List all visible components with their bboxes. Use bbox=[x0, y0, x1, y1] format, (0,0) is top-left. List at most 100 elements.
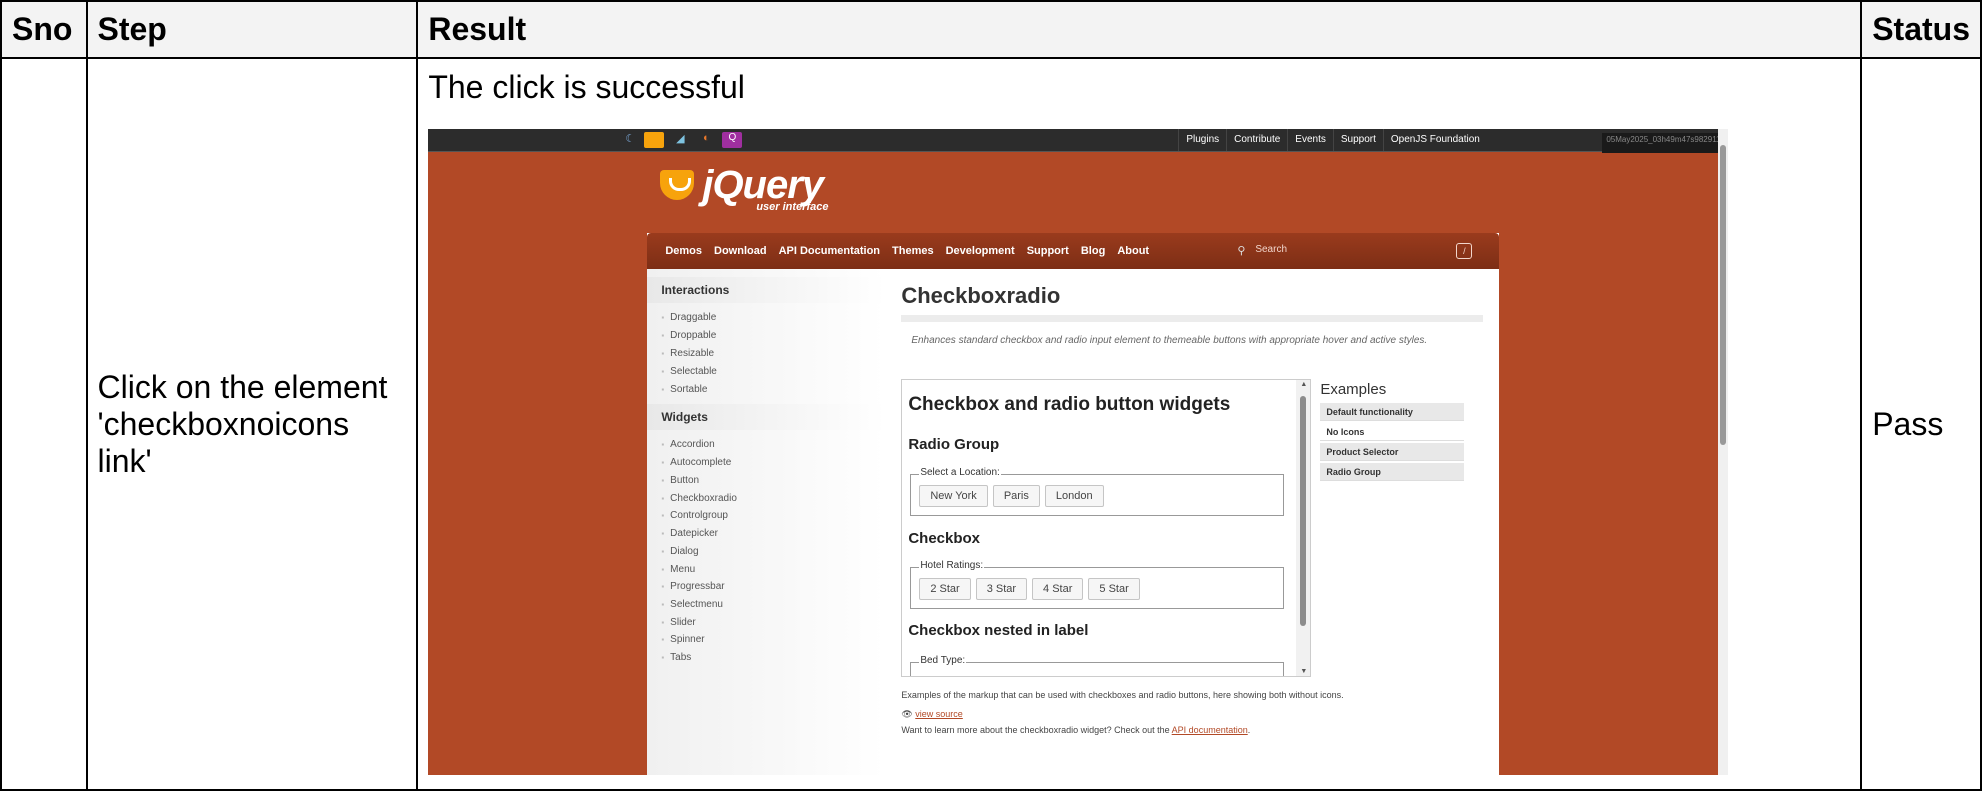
example-link-radio-group[interactable]: Radio Group bbox=[1320, 463, 1465, 481]
sidebar-item[interactable]: Autocomplete bbox=[661, 457, 731, 468]
examples-heading: Examples bbox=[1320, 381, 1387, 398]
topbar-link[interactable]: Events bbox=[1287, 129, 1333, 151]
example-link-product-selector[interactable]: Product Selector bbox=[1320, 443, 1465, 461]
sidebar-item[interactable]: Tabs bbox=[661, 652, 691, 663]
nav-item[interactable]: Themes bbox=[886, 233, 940, 269]
radio-fieldset: Select a Location: New York Paris London bbox=[910, 467, 1285, 516]
search-icon: ⚲ bbox=[1237, 245, 1246, 257]
checkbox-3-star[interactable]: 3 Star bbox=[975, 578, 1028, 600]
radio-button-new-york[interactable]: New York bbox=[919, 485, 988, 507]
sizzle-project-icon[interactable]: ◐ bbox=[696, 132, 717, 148]
checkbox-fieldset: Hotel Ratings: 2 Star 3 Star 4 Star 5 St… bbox=[910, 560, 1285, 609]
title-divider bbox=[901, 315, 1484, 322]
nested-legend: Bed Type: bbox=[919, 655, 967, 666]
demo-caption: Examples of the markup that can be used … bbox=[901, 690, 1344, 700]
learn-more-prefix: Want to learn more about the checkboxrad… bbox=[901, 725, 1170, 735]
nav-item[interactable]: Development bbox=[940, 233, 1021, 269]
sidebar-item[interactable]: Accordion bbox=[661, 439, 714, 450]
cell-sno bbox=[0, 57, 88, 791]
view-source[interactable]: 👁 view source bbox=[901, 709, 962, 720]
radio-legend: Select a Location: bbox=[919, 467, 1001, 478]
result-screenshot: ☾ ◢ ◐ Q Plugins Contribute Events Suppor… bbox=[428, 129, 1729, 775]
sidebar-item[interactable]: Slider bbox=[661, 617, 696, 628]
header-row: Sno Step Result Status bbox=[0, 0, 1982, 59]
sidebar-item[interactable]: Selectable bbox=[661, 366, 717, 377]
checkbox-title: Checkbox bbox=[908, 530, 981, 547]
sidebar-item[interactable]: Draggable bbox=[661, 312, 716, 323]
sidebar-item[interactable]: Resizable bbox=[661, 348, 714, 359]
search-input[interactable]: ⚲ Search / bbox=[1227, 240, 1482, 262]
result-text: The click is successful bbox=[428, 69, 745, 105]
view-source-link[interactable]: view source bbox=[915, 709, 963, 719]
topbar-link[interactable]: Support bbox=[1332, 129, 1383, 151]
checkbox-5-star[interactable]: 5 Star bbox=[1088, 578, 1140, 600]
topbar-links: Plugins Contribute Events Support OpenJS… bbox=[1178, 129, 1487, 151]
logo-subtitle: user interface bbox=[756, 201, 829, 213]
checkbox-2-star[interactable]: 2 Star bbox=[919, 578, 971, 600]
header-sno: Sno bbox=[0, 0, 88, 59]
sidebar-item[interactable]: Spinner bbox=[661, 634, 704, 645]
sidebar: Interactions Draggable Droppable Resizab… bbox=[647, 269, 886, 775]
sidebar-item[interactable]: Dialog bbox=[661, 546, 698, 557]
api-documentation-link[interactable]: API documentation bbox=[1172, 725, 1248, 735]
radio-button-london[interactable]: London bbox=[1044, 485, 1104, 507]
header-step: Step bbox=[85, 0, 419, 59]
sidebar-item[interactable]: Progressbar bbox=[661, 581, 724, 592]
nested-title: Checkbox nested in label bbox=[908, 622, 1089, 639]
topbar-link[interactable]: Contribute bbox=[1226, 129, 1287, 151]
scroll-down-icon[interactable]: ▼ bbox=[1300, 668, 1307, 675]
content-page: Demos Download API Documentation Themes … bbox=[647, 233, 1500, 775]
jqueryui-logo[interactable]: jQuery user interface bbox=[660, 163, 860, 213]
page-scroll-thumb[interactable] bbox=[1720, 145, 1727, 445]
checkbox-legend: Hotel Ratings: bbox=[919, 560, 985, 571]
learn-more-suffix: . bbox=[1247, 725, 1251, 735]
sidebar-item[interactable]: Sortable bbox=[661, 384, 707, 395]
sidebar-item[interactable]: Menu bbox=[661, 564, 695, 575]
demo-heading: Checkbox and radio button widgets bbox=[908, 394, 1231, 415]
jquerymobile-project-icon[interactable]: ◢ bbox=[670, 132, 691, 148]
topbar-link[interactable]: Plugins bbox=[1178, 129, 1226, 151]
eye-icon: 👁 bbox=[901, 709, 913, 719]
demo-scrollbar[interactable]: ▲ ▼ bbox=[1296, 380, 1311, 676]
radio-group-title: Radio Group bbox=[908, 436, 1000, 453]
main-nav: Demos Download API Documentation Themes … bbox=[647, 233, 1500, 269]
jqueryui-project-icon[interactable] bbox=[644, 132, 665, 148]
timestamp-overlay: 05May2025_03h49m47s982911 bbox=[1602, 133, 1721, 153]
sidebar-item[interactable]: Button bbox=[661, 475, 699, 486]
example-link-default[interactable]: Default functionality bbox=[1320, 403, 1465, 421]
sidebar-item[interactable]: Controlgroup bbox=[661, 510, 728, 521]
page-description: Enhances standard checkbox and radio inp… bbox=[911, 335, 1428, 346]
search-placeholder: Search bbox=[1255, 244, 1288, 255]
nav-item[interactable]: Blog bbox=[1075, 233, 1111, 269]
test-report-table: Sno Step Result Status Click on the elem… bbox=[0, 0, 1982, 791]
scroll-up-icon[interactable]: ▲ bbox=[1300, 381, 1307, 388]
topbar-link[interactable]: OpenJS Foundation bbox=[1382, 129, 1487, 151]
logo-cup-icon bbox=[660, 170, 695, 200]
page-title: Checkboxradio bbox=[901, 283, 1061, 308]
header-status: Status bbox=[1860, 0, 1982, 59]
nav-item[interactable]: API Documentation bbox=[773, 233, 886, 269]
sidebar-heading-widgets: Widgets bbox=[647, 404, 886, 430]
nav-item[interactable]: Support bbox=[1021, 233, 1075, 269]
search-shortcut-badge: / bbox=[1456, 243, 1473, 259]
nav-item[interactable]: Download bbox=[708, 233, 773, 269]
table-row: Click on the element 'checkboxnoicons li… bbox=[0, 57, 1982, 791]
cell-status: Pass bbox=[1860, 57, 1982, 791]
demo-scroll-thumb[interactable] bbox=[1300, 396, 1307, 626]
sidebar-item[interactable]: Selectmenu bbox=[661, 599, 723, 610]
qunit-project-icon[interactable]: Q bbox=[722, 132, 743, 148]
demo-frame[interactable]: Checkbox and radio button widgets Radio … bbox=[901, 379, 1312, 677]
nav-item[interactable]: Demos bbox=[659, 233, 708, 269]
page-scrollbar[interactable] bbox=[1718, 129, 1729, 775]
sidebar-item[interactable]: Droppable bbox=[661, 330, 716, 341]
nav-item[interactable]: About bbox=[1111, 233, 1155, 269]
header-result: Result bbox=[416, 0, 1863, 59]
project-topbar: ☾ ◢ ◐ Q Plugins Contribute Events Suppor… bbox=[428, 129, 1729, 153]
sidebar-item[interactable]: Checkboxradio bbox=[661, 493, 737, 504]
jquery-project-icon[interactable]: ☾ bbox=[620, 132, 641, 148]
checkbox-4-star[interactable]: 4 Star bbox=[1032, 578, 1084, 600]
sidebar-heading-interactions: Interactions bbox=[647, 277, 886, 303]
sidebar-item[interactable]: Datepicker bbox=[661, 528, 718, 539]
radio-button-paris[interactable]: Paris bbox=[992, 485, 1040, 507]
example-link-no-icons[interactable]: No Icons bbox=[1320, 423, 1465, 441]
